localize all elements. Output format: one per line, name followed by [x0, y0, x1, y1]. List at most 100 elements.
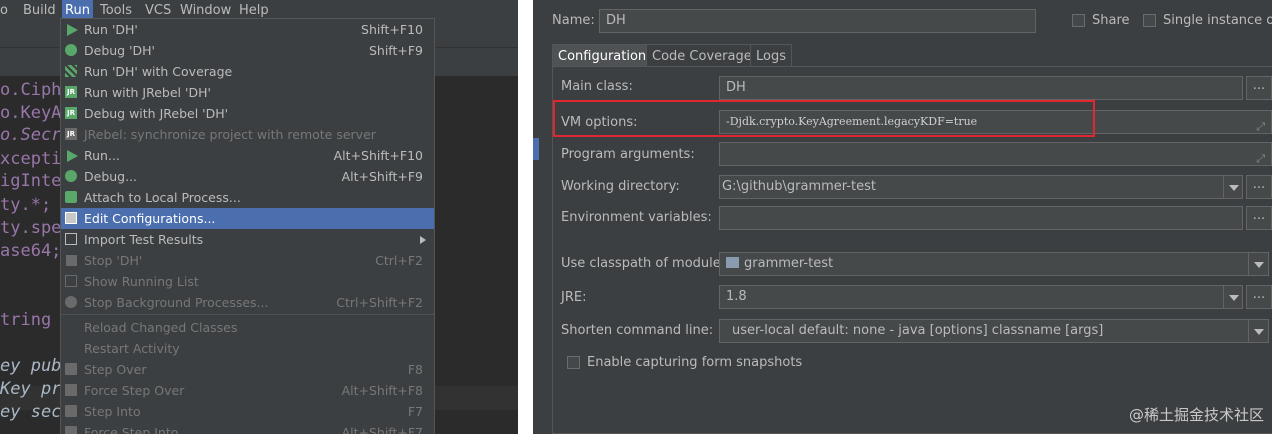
menu-item-label: Debug...	[84, 169, 138, 184]
shorten-cmd-dropdown[interactable]	[1248, 319, 1268, 343]
menu-item-label: Edit Configurations...	[84, 211, 216, 226]
menu-item-run-dh[interactable]: Run 'DH' Shift+F10	[61, 19, 434, 40]
menu-item-label: Step Over	[84, 362, 147, 377]
menu-build[interactable]: Build	[20, 0, 59, 21]
main-class-browse-button[interactable]: ...	[1246, 76, 1272, 100]
jre-label: JRE:	[561, 290, 587, 305]
name-field[interactable]: DH	[599, 9, 1036, 33]
force-step-into-icon	[65, 426, 79, 434]
single-instance-checkbox[interactable]	[1143, 14, 1156, 27]
main-class-field[interactable]: DH	[719, 76, 1243, 100]
expand-icon[interactable]: ⤢	[1256, 148, 1265, 165]
name-label: Name:	[552, 13, 595, 28]
jre-select[interactable]: 1.8	[719, 285, 1243, 309]
env-vars-label: Environment variables:	[561, 210, 712, 225]
run-icon	[65, 149, 79, 163]
menu-item-run-ellipsis[interactable]: Run... Alt+Shift+F10	[61, 145, 434, 166]
menu-item-stop-background[interactable]: Stop Background Processes... Ctrl+Shift+…	[61, 292, 434, 313]
single-instance-label: Single instance onl	[1163, 13, 1272, 28]
capture-snapshots-label: Enable capturing form snapshots	[587, 355, 803, 370]
menu-item-attach-process[interactable]: Attach to Local Process...	[61, 187, 434, 208]
menu-item-run-jrebel[interactable]: JR Run with JRebel 'DH'	[61, 82, 434, 103]
menu-item-force-step-over[interactable]: Force Step Over Alt+Shift+F8	[61, 380, 434, 401]
module-folder-icon	[726, 257, 739, 268]
menu-item-import-test-results[interactable]: Import Test Results	[61, 229, 434, 250]
menu-item-show-running-list[interactable]: Show Running List	[61, 271, 434, 292]
watermark: @稀土掘金技术社区	[1128, 406, 1264, 424]
step-over-icon	[65, 363, 79, 377]
menu-item-label: Run 'DH' with Coverage	[84, 64, 233, 79]
program-args-field[interactable]: ⤢	[719, 142, 1272, 166]
menu-item-shortcut: F8	[407, 362, 423, 377]
classpath-label: Use classpath of module:	[561, 256, 726, 271]
ide-window: o Build Run Tools VCS Window Help o.Ciph…	[0, 0, 518, 434]
working-dir-dropdown[interactable]	[1223, 175, 1243, 199]
jrebel-sync-icon: JR	[65, 128, 77, 140]
code-line: o.Secr	[0, 125, 62, 145]
menu-item-force-step-into[interactable]: Force Step Into Alt+Shift+F7	[61, 422, 434, 434]
classpath-dropdown[interactable]	[1248, 252, 1268, 276]
jrebel-run-icon: JR	[65, 86, 77, 98]
jrebel-debug-icon: JR	[65, 107, 77, 119]
chevron-down-icon	[1229, 295, 1239, 301]
menu-item-step-over[interactable]: Step Over F8	[61, 359, 434, 380]
menu-item-reload-classes[interactable]: Reload Changed Classes	[61, 317, 434, 338]
tab-code-coverage[interactable]: Code Coverage	[646, 44, 758, 67]
menu-item-label: Import Test Results	[84, 232, 204, 247]
menu-item-label: Run with JRebel 'DH'	[84, 85, 211, 100]
code-line: igInte	[0, 171, 62, 191]
menu-item-stop-dh[interactable]: Stop 'DH' Ctrl+F2	[61, 250, 434, 271]
code-line: tring	[0, 310, 62, 330]
menu-item-step-into[interactable]: Step Into F7	[61, 401, 434, 422]
menu-item-debug-dh[interactable]: Debug 'DH' Shift+F9	[61, 40, 434, 61]
working-dir-browse-button[interactable]: ...	[1246, 175, 1272, 199]
menu-item-shortcut: F7	[407, 404, 423, 419]
capture-snapshots-checkbox[interactable]	[567, 356, 580, 369]
menu-item-shortcut: Ctrl+F2	[375, 253, 423, 268]
tab-configuration[interactable]: Configuration	[552, 44, 653, 67]
working-dir-field[interactable]: G:\github\grammer-test	[719, 175, 1243, 199]
stop-icon	[65, 254, 79, 268]
shorten-cmd-value: user-local default: none - java [options…	[732, 323, 1104, 338]
menu-item-debug-ellipsis[interactable]: Debug... Alt+Shift+F9	[61, 166, 434, 187]
jre-browse-button[interactable]: ...	[1246, 285, 1272, 309]
menu-item-label: Step Into	[84, 404, 141, 419]
env-vars-field[interactable]	[719, 206, 1243, 230]
edit-config-icon	[65, 212, 79, 226]
menu-item-edit-configurations[interactable]: Edit Configurations...	[61, 208, 434, 229]
import-icon	[65, 233, 79, 247]
env-vars-browse-button[interactable]: ...	[1246, 206, 1272, 230]
working-dir-value: G:\github\grammer-test	[722, 179, 876, 194]
expand-icon[interactable]: ⤢	[1256, 116, 1265, 133]
highlight-box	[553, 100, 1095, 137]
menu-item-label: Force Step Over	[84, 383, 185, 398]
menu-item-shortcut: Alt+Shift+F8	[341, 383, 423, 398]
menu-truncated[interactable]: o	[0, 0, 11, 21]
program-args-label: Program arguments:	[561, 147, 695, 162]
menu-item-shortcut: Shift+F9	[368, 43, 423, 58]
menu-item-jrebel-sync[interactable]: JR JRebel: synchronize project with remo…	[61, 124, 434, 145]
run-icon	[65, 23, 79, 37]
menu-item-label: Show Running List	[84, 274, 199, 289]
menu-item-label: Attach to Local Process...	[84, 190, 241, 205]
classpath-select[interactable]: grammer-test	[719, 252, 1269, 276]
config-tree-edge	[533, 0, 541, 434]
coverage-icon	[65, 65, 79, 79]
menu-item-restart-activity[interactable]: Restart Activity	[61, 338, 434, 359]
share-checkbox[interactable]	[1072, 14, 1085, 27]
shorten-cmd-select[interactable]: user-local default: none - java [options…	[719, 319, 1269, 343]
code-line: ty.*;	[0, 195, 52, 215]
chevron-down-icon	[1229, 185, 1239, 191]
tab-logs[interactable]: Logs	[750, 44, 792, 67]
menu-item-label: Run...	[84, 148, 120, 163]
list-icon	[65, 275, 79, 289]
code-line: Key pr	[0, 379, 62, 399]
jre-dropdown[interactable]	[1223, 285, 1243, 309]
share-label: Share	[1092, 13, 1130, 28]
menu-item-run-coverage[interactable]: Run 'DH' with Coverage	[61, 61, 434, 82]
code-line: ey sec	[0, 402, 62, 422]
menu-item-debug-jrebel[interactable]: JR Debug with JRebel 'DH'	[61, 103, 434, 124]
code-line: ty.spe	[0, 218, 62, 238]
step-into-icon	[65, 405, 79, 419]
menu-item-shortcut: Alt+Shift+F7	[341, 425, 423, 434]
